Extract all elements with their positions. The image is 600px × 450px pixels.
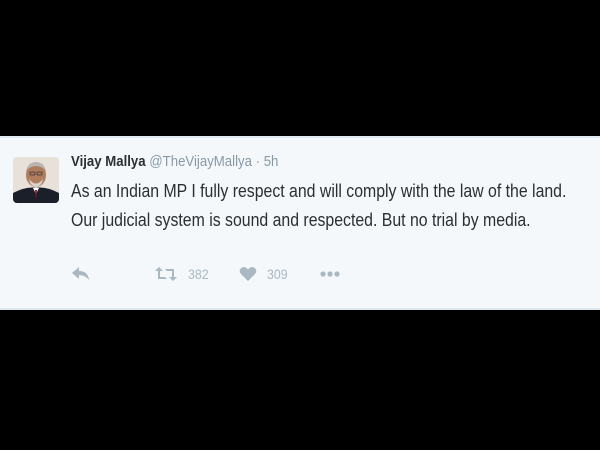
avatar-image (13, 157, 59, 203)
avatar[interactable] (13, 157, 59, 203)
tweet-text-line: As an Indian MP I fully respect and will… (71, 181, 567, 201)
tweet-text: As an Indian MP I fully respect and will… (71, 177, 581, 235)
reply-button[interactable] (71, 263, 91, 285)
tweet-card[interactable]: Vijay Mallya @TheVijayMallya · 5h As an … (0, 136, 600, 310)
like-button[interactable]: 309 (239, 263, 290, 285)
user-handle[interactable]: @TheVijayMallya (149, 153, 252, 170)
reply-icon (72, 267, 89, 280)
like-count: 309 (267, 266, 288, 282)
separator-dot: · (255, 153, 261, 170)
heart-icon (239, 267, 257, 281)
screenshot-stage: Vijay Mallya @TheVijayMallya · 5h As an … (0, 0, 600, 450)
retweet-count: 382 (188, 266, 209, 282)
tweet-actions: 382 309 (71, 263, 371, 285)
more-dots-icon (320, 271, 340, 277)
tweet-header: Vijay Mallya @TheVijayMallya · 5h (71, 152, 278, 172)
tweet-text-line: Our judicial system is sound and respect… (71, 210, 531, 230)
display-name[interactable]: Vijay Mallya (71, 153, 146, 170)
retweet-icon (155, 267, 177, 281)
retweet-button[interactable]: 382 (154, 263, 211, 285)
more-button[interactable] (319, 263, 341, 285)
timestamp[interactable]: 5h (264, 153, 279, 170)
